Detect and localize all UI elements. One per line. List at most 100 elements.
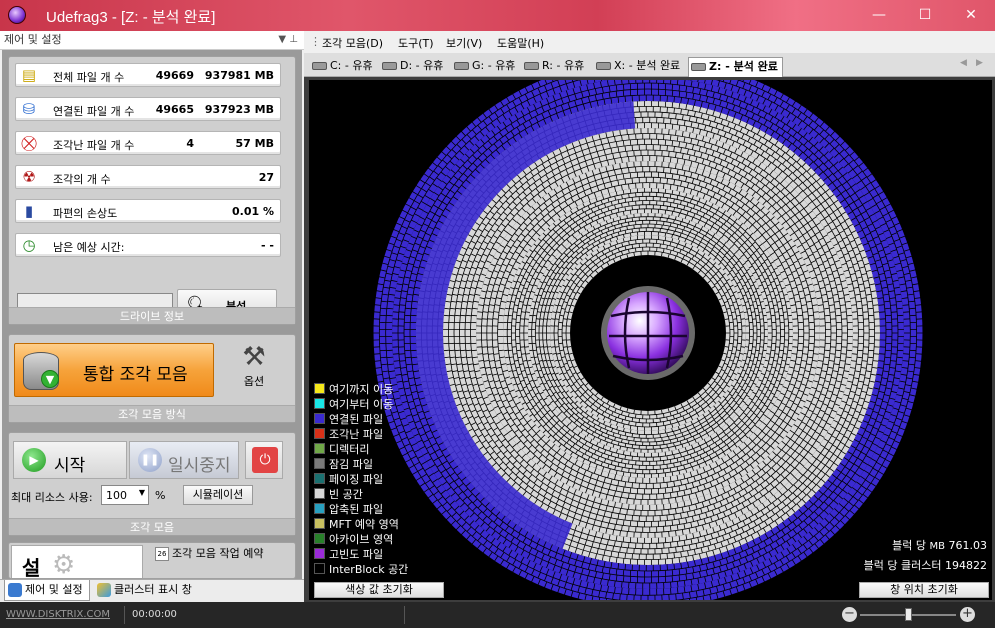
legend-swatch	[314, 398, 325, 409]
schedule-task-button[interactable]: 26 조각 모음 작업 예약	[155, 545, 263, 561]
start-button[interactable]: ▶ 시작	[13, 441, 127, 479]
legend-item: 잠김 파일	[314, 457, 408, 472]
tab-drive-z[interactable]: Z: - 분석 완료	[688, 57, 783, 77]
legend-swatch	[314, 518, 325, 529]
drive-info-caption: 드라이브 정보	[9, 307, 295, 324]
simulation-button[interactable]: 시뮬레이션	[183, 485, 253, 505]
tab-scroll-left-icon[interactable]: ◀	[960, 58, 967, 68]
fragmented-files-row: ⛒ 조각난 파일 개 수 4 57 MB	[15, 131, 281, 155]
timer-icon: ◷	[22, 236, 36, 254]
control-panel: 제어 및 설정 ▼ ⊥ ▤ 전체 파일 개 수 49669 937981 MB …	[0, 31, 304, 579]
options-button[interactable]: ⚒ 옵션	[231, 341, 277, 391]
menu-tools[interactable]: 도구(T)	[398, 35, 434, 51]
tab-drive-c[interactable]: C: - 유휴	[310, 57, 373, 77]
legend-item: 압축된 파일	[314, 502, 408, 517]
time-left-value: - -	[261, 239, 274, 252]
maximize-button[interactable]: ☐	[902, 0, 948, 31]
tab-control-settings-label: 제어 및 설정	[25, 583, 83, 596]
legend-label: 잠김 파일	[329, 458, 373, 471]
defrag-group: ▶ 시작 ❚❚ 일시중지 ⏻ 최대 리소스 사용: 100 ▼ % 시뮬레이션 …	[8, 432, 296, 536]
fragmented-files-size: 57 MB	[235, 137, 274, 150]
total-files-row: ▤ 전체 파일 개 수 49669 937981 MB	[15, 63, 281, 87]
website-link[interactable]: WWW.DISKTRIX.COM	[6, 609, 110, 620]
damage-label: 파편의 손상도	[53, 207, 118, 220]
pause-button[interactable]: ❚❚ 일시중지	[129, 441, 239, 479]
panel-header-title: 제어 및 설정	[4, 33, 62, 46]
tab-drive-x-label: X: - 분석 완료	[614, 59, 681, 72]
clusters-per-block-label: 블럭 당 클러스터	[863, 559, 942, 572]
play-icon: ▶	[22, 448, 46, 472]
fragments-row: ☢ 조각의 개 수 27	[15, 165, 281, 189]
legend-item: 아카이브 영역	[314, 532, 408, 547]
tab-cluster-view-label: 클러스터 표시 창	[114, 583, 192, 596]
hard-drive-icon	[691, 63, 706, 71]
close-button[interactable]: ✕	[948, 0, 994, 31]
fragments-count: 27	[258, 171, 274, 184]
panel-pin-icon[interactable]: ▼ ⊥	[278, 31, 298, 49]
defrag-method-group: ▼ 통합 조각 모음 ⚒ 옵션 조각 모음 방식	[8, 334, 296, 423]
zoom-in-icon[interactable]: +	[960, 607, 975, 622]
download-arrow-icon: ▼	[41, 370, 59, 388]
tab-scroll-right-icon[interactable]: ▶	[976, 58, 983, 68]
linked-files-count: 49665	[155, 103, 194, 116]
tab-drive-x[interactable]: X: - 분석 완료	[594, 57, 680, 77]
legend-swatch	[314, 563, 325, 574]
settings-label: 설	[22, 556, 41, 579]
hard-drive-icon	[312, 62, 327, 70]
reset-window-button[interactable]: 창 위치 초기화	[859, 582, 989, 598]
menu-view[interactable]: 보기(V)	[446, 35, 482, 51]
stop-button[interactable]: ⏻	[245, 441, 283, 479]
tab-drive-d[interactable]: D: - 유휴	[380, 57, 443, 77]
consolidate-label: 통합 조각 모음	[83, 365, 188, 385]
hard-drive-icon	[454, 62, 469, 70]
tools-icon: ⚒	[242, 342, 266, 372]
clusters-per-block: 블럭 당 클러스터 194822	[864, 556, 987, 575]
tab-cluster-view[interactable]: 클러스터 표시 창	[94, 580, 214, 601]
power-icon: ⏻	[252, 447, 278, 473]
cluster-map[interactable]	[309, 57, 992, 609]
fragmented-files-count: 4	[186, 137, 194, 150]
schedule-task-label: 조각 모음 작업 예약	[172, 547, 264, 560]
zoom-slider[interactable]: − +	[838, 606, 978, 624]
settings-button[interactable]: 설 ⚙	[11, 545, 143, 579]
cluster-legend: 여기까지 이동 여기부터 이동 연결된 파일 조각난 파일 디렉터리 잠김 파일…	[314, 382, 408, 577]
reset-color-button[interactable]: 색상 값 초기화	[314, 582, 444, 598]
menu-defrag[interactable]: 조각 모음(D)	[322, 35, 383, 51]
tab-control-settings[interactable]: 제어 및 설정	[4, 580, 90, 601]
status-bar: WWW.DISKTRIX.COM 00:00:00 − +	[0, 602, 995, 628]
tab-drive-g[interactable]: G: - 유휴	[452, 57, 515, 77]
legend-label: 조각난 파일	[329, 428, 384, 441]
left-panel-tabs: 제어 및 설정 클러스터 표시 창	[0, 579, 304, 602]
legend-label: 고빈도 파일	[329, 548, 384, 561]
zoom-thumb[interactable]	[905, 608, 912, 621]
defrag-method-caption: 조각 모음 방식	[9, 405, 295, 422]
tab-drive-g-label: G: - 유휴	[472, 59, 516, 72]
zoom-out-icon[interactable]: −	[842, 607, 857, 622]
app-icon[interactable]	[8, 6, 26, 24]
menu-grip-icon: ⋮	[310, 35, 321, 48]
schedule-group: 설 ⚙ 26 조각 모음 작업 예약	[8, 542, 296, 579]
menu-help[interactable]: 도움말(H)	[497, 35, 544, 51]
mb-per-block: 블럭 당 MB 761.03	[864, 536, 987, 556]
legend-label: 디렉터리	[329, 443, 370, 456]
consolidate-button[interactable]: ▼ 통합 조각 모음	[14, 343, 214, 397]
block-stats: 블럭 당 MB 761.03 블럭 당 클러스터 194822	[864, 536, 987, 575]
legend-swatch	[314, 503, 325, 514]
legend-label: 빈 공간	[329, 488, 363, 501]
gear-icon: ⚙	[52, 550, 76, 579]
options-label: 옵션	[243, 375, 265, 388]
tab-drive-c-label: C: - 유휴	[330, 59, 373, 72]
total-files-label: 전체 파일 개 수	[53, 71, 125, 84]
legend-swatch	[314, 443, 325, 454]
legend-swatch	[314, 533, 325, 544]
mb-per-block-unit: MB	[929, 541, 946, 552]
minimize-button[interactable]: —	[856, 0, 902, 31]
mb-per-block-label: 블럭 당	[892, 539, 926, 552]
linked-files-label: 연결된 파일 개 수	[53, 105, 135, 118]
resource-select[interactable]: 100 ▼	[101, 485, 149, 505]
hard-drive-icon	[382, 62, 397, 70]
tab-drive-r[interactable]: R: - 유휴	[522, 57, 584, 77]
drive-tabs: C: - 유휴 D: - 유휴 G: - 유휴 R: - 유휴 X: - 분석 …	[304, 53, 995, 77]
legend-label: 여기까지 이동	[329, 383, 394, 396]
fragmented-files-icon: ⛒	[21, 134, 37, 152]
